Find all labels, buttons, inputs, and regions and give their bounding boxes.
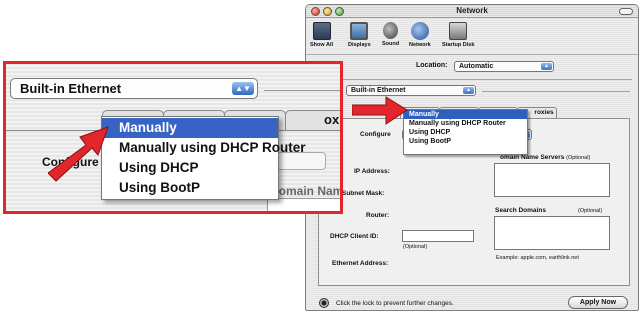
toolbar-sound[interactable]: Sound [382,22,399,47]
router-label: Router: [366,212,390,219]
dns-label: omain Name Servers (Optional) [500,154,590,161]
show-popup[interactable]: Built-in Ethernet ▲ [346,85,476,96]
zoom-domain-label: Domain Nam [270,184,343,198]
zoom-menu-item-using-dhcp[interactable]: Using DHCP [102,158,278,178]
pointer-arrow-right [352,96,408,125]
location-popup[interactable]: Automatic ▲ [454,61,554,72]
network-icon [410,22,429,40]
dhcp-client-id-label: DHCP Client ID: [330,233,379,240]
startup-disk-icon [449,22,468,40]
ethernet-address-label: Ethernet Address: [332,260,389,267]
tab-label: roxies [534,109,554,116]
zoom-menu-item-using-bootp[interactable]: Using BootP [102,178,278,198]
toolbar-label: Sound [382,41,400,47]
divider [264,90,340,91]
pointer-arrow-left [48,126,109,182]
zoom-configure-menu: Manually Manually using DHCP Router Usin… [101,116,306,200]
menu-item-using-bootp[interactable]: Using BootP [404,137,527,146]
location-value: Automatic [459,63,494,70]
sound-icon [383,22,399,39]
toolbar-label: Displays [348,42,371,48]
menu-item-manually[interactable]: Manually [404,110,527,119]
dns-label-text: omain Name Servers [500,154,565,161]
divider [482,91,630,92]
toolbar-displays[interactable]: Displays [348,22,371,48]
toolbar-show-all[interactable]: Show All [310,22,333,48]
zoom-show-value: Built-in Ethernet [20,81,122,96]
popup-arrows-icon: ▲ [541,63,552,70]
location-label: Location: [416,62,448,69]
dns-field[interactable] [494,163,610,197]
toolbar: Show All Displays Sound Network Startup … [306,19,638,55]
toolbar-toggle-button[interactable] [619,8,633,15]
network-window: Network Show All Displays Sound Network … [305,4,639,311]
zoom-show-popup[interactable]: Built-in Ethernet ▲▼ [10,78,258,99]
configure-label: Configure [360,131,391,138]
lock-text: Click the lock to prevent further change… [336,300,454,307]
apply-now-button[interactable]: Apply Now [568,296,628,309]
lock-icon[interactable] [319,298,329,308]
search-optional-label: (Optional) [578,208,603,214]
menu-item-manually-dhcp-router[interactable]: Manually using DHCP Router [404,119,527,128]
toolbar-network[interactable]: Network [409,22,431,48]
zoom-menu-item-manually[interactable]: Manually [102,118,278,138]
example-text: Example: apple.com, earthlink.net [496,255,579,261]
window-title: Network [456,6,488,15]
dhcp-optional-label: (Optional) [403,244,428,250]
popup-arrows-icon: ▲ [463,87,474,94]
search-domains-field[interactable] [494,216,610,250]
search-domains-label: Search Domains [495,207,546,214]
toolbar-startup-disk[interactable]: Startup Disk [442,22,474,48]
menu-item-using-dhcp[interactable]: Using DHCP [404,128,527,137]
subnet-mask-label: Subnet Mask: [342,190,385,197]
dns-optional-label: (Optional) [566,155,591,161]
toolbar-label: Show All [310,42,334,48]
ip-address-label: IP Address: [354,168,390,175]
zoom-dns-field[interactable] [267,198,340,211]
dhcp-client-id-field[interactable] [402,230,474,242]
title-bar[interactable]: Network [306,5,638,18]
show-all-icon [312,22,331,40]
popup-arrows-icon: ▲▼ [232,82,254,95]
show-value: Built-in Ethernet [351,87,406,94]
toolbar-label: Startup Disk [442,42,475,48]
configure-menu: Manually Manually using DHCP Router Usin… [403,109,528,155]
zoom-tab-label: ox [324,112,340,127]
zoom-menu-item-manually-dhcp-router[interactable]: Manually using DHCP Router [102,138,306,158]
toolbar-label: Network [409,42,431,48]
divider [314,79,632,80]
displays-icon [350,22,369,40]
